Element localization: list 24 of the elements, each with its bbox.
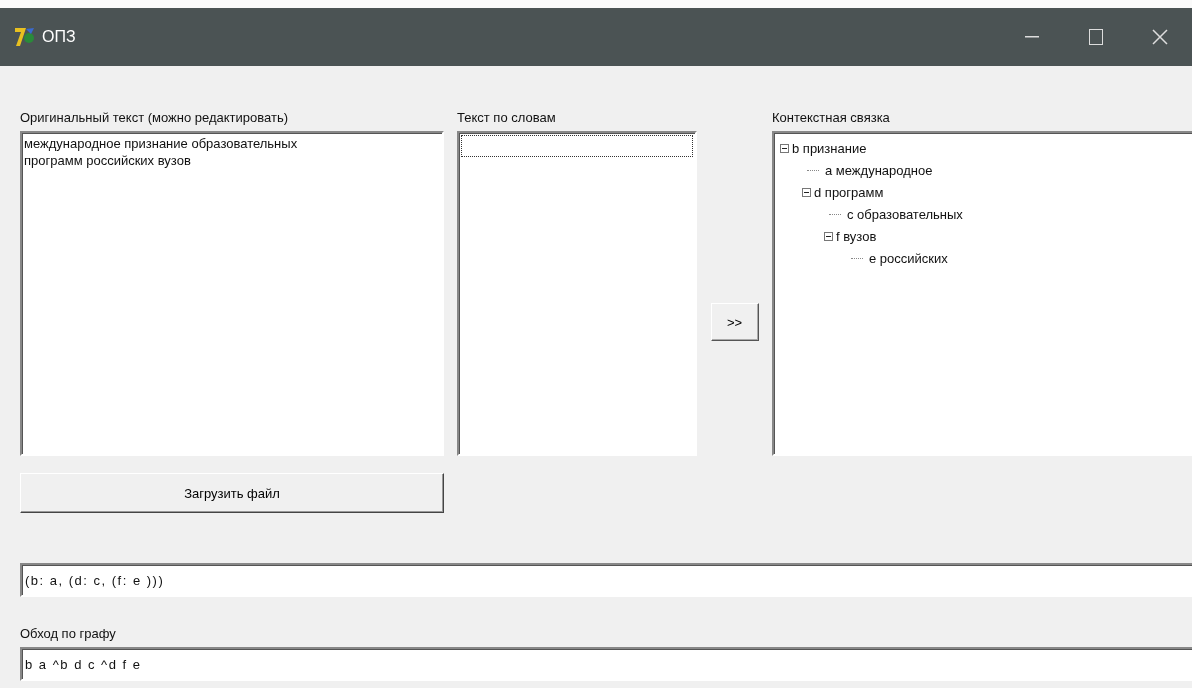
tree-node[interactable]: a международное xyxy=(825,162,933,178)
structure-field[interactable]: (b: a, (d: c, (f: e ))) xyxy=(20,563,1192,597)
transfer-button[interactable]: >> xyxy=(710,303,759,341)
field-label: Текст по словам xyxy=(457,111,557,127)
close-icon xyxy=(1152,29,1168,45)
collapse-toggle[interactable] xyxy=(780,143,789,153)
original-text-area[interactable]: международное признание образовательных программ российских вузов xyxy=(20,131,444,456)
tree-node[interactable]: f вузов xyxy=(836,228,877,244)
tree-node[interactable]: c образовательных xyxy=(847,206,963,222)
app-logo-icon xyxy=(14,26,36,48)
traversal-field[interactable]: b a ^b d c ^d f e xyxy=(20,647,1192,681)
field-label: Контекстная связка xyxy=(772,111,891,127)
field-label: Оригинальный текст (можно редактировать) xyxy=(20,111,290,127)
window-title: ОПЗ xyxy=(42,28,76,46)
field-label: Обход по графу xyxy=(20,627,117,643)
word-list[interactable] xyxy=(457,131,697,456)
tree-node[interactable]: b признание xyxy=(792,140,867,156)
tree-node[interactable]: d программ xyxy=(814,184,884,200)
collapse-toggle[interactable] xyxy=(802,187,811,197)
tree-node[interactable]: e российских xyxy=(869,250,948,266)
minimize-icon xyxy=(1025,36,1039,38)
collapse-toggle[interactable] xyxy=(824,231,833,241)
load-file-button[interactable]: Загрузить файл xyxy=(20,473,444,513)
maximize-icon xyxy=(1089,29,1103,45)
